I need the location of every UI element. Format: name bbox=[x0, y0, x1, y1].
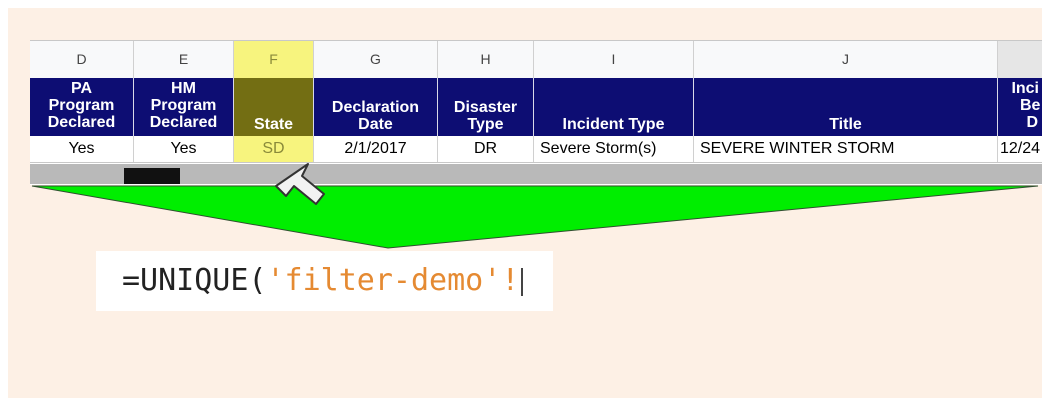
table-row: Yes Yes SD 2/1/2017 DR Severe Storm(s) S… bbox=[30, 136, 1042, 163]
text-cursor bbox=[521, 267, 524, 296]
cell-disaster-type[interactable]: DR bbox=[438, 136, 534, 162]
column-letter-g[interactable]: G bbox=[314, 41, 438, 78]
cell-state[interactable]: SD bbox=[234, 136, 314, 162]
cell-title[interactable]: SEVERE WINTER STORM bbox=[694, 136, 998, 162]
column-letter-i[interactable]: I bbox=[534, 41, 694, 78]
column-letter-j[interactable]: J bbox=[694, 41, 998, 78]
column-letter-k[interactable] bbox=[998, 41, 1042, 78]
header-cell-state[interactable]: State bbox=[234, 78, 314, 136]
formula-text: =UNIQUE('filter-demo'! bbox=[122, 261, 524, 301]
formula-display: =UNIQUE('filter-demo'! bbox=[96, 251, 553, 311]
column-letter-h[interactable]: H bbox=[438, 41, 534, 78]
mouse-pointer-icon bbox=[275, 163, 325, 205]
horizontal-scrollbar[interactable] bbox=[30, 164, 1042, 184]
formula-function: =UNIQUE( bbox=[122, 263, 267, 298]
column-letter-d[interactable]: D bbox=[30, 41, 134, 78]
column-header-bar: D E F G H I J bbox=[30, 40, 1042, 79]
cell-incident-type[interactable]: Severe Storm(s) bbox=[534, 136, 694, 162]
header-cell-declaration-date[interactable]: Declaration Date bbox=[314, 78, 438, 136]
cell-declaration-date[interactable]: 2/1/2017 bbox=[314, 136, 438, 162]
scrollbar-thumb[interactable] bbox=[124, 168, 180, 184]
header-cell-title[interactable]: Title bbox=[694, 78, 998, 136]
cell-incident-begin-date[interactable]: 12/24 bbox=[998, 136, 1042, 162]
spreadsheet-view: D E F G H I J PA Program Declared HM Progra… bbox=[30, 40, 1042, 185]
header-row: PA Program Declared HM Program Declared Stat… bbox=[30, 78, 1042, 136]
header-cell-incident-type[interactable]: Incident Type bbox=[534, 78, 694, 136]
cell-pa-program-declared[interactable]: Yes bbox=[30, 136, 134, 162]
header-cell-disaster-type[interactable]: Disaster Type bbox=[438, 78, 534, 136]
header-cell-incident-begin-date[interactable]: Inci Be D bbox=[998, 78, 1042, 136]
column-letter-e[interactable]: E bbox=[134, 41, 234, 78]
cell-hm-program-declared[interactable]: Yes bbox=[134, 136, 234, 162]
column-letter-f[interactable]: F bbox=[234, 41, 314, 78]
header-cell-pa-program-declared[interactable]: PA Program Declared bbox=[30, 78, 134, 136]
header-cell-hm-program-declared[interactable]: HM Program Declared bbox=[134, 78, 234, 136]
formula-string-arg: 'filter-demo'! bbox=[266, 263, 520, 298]
